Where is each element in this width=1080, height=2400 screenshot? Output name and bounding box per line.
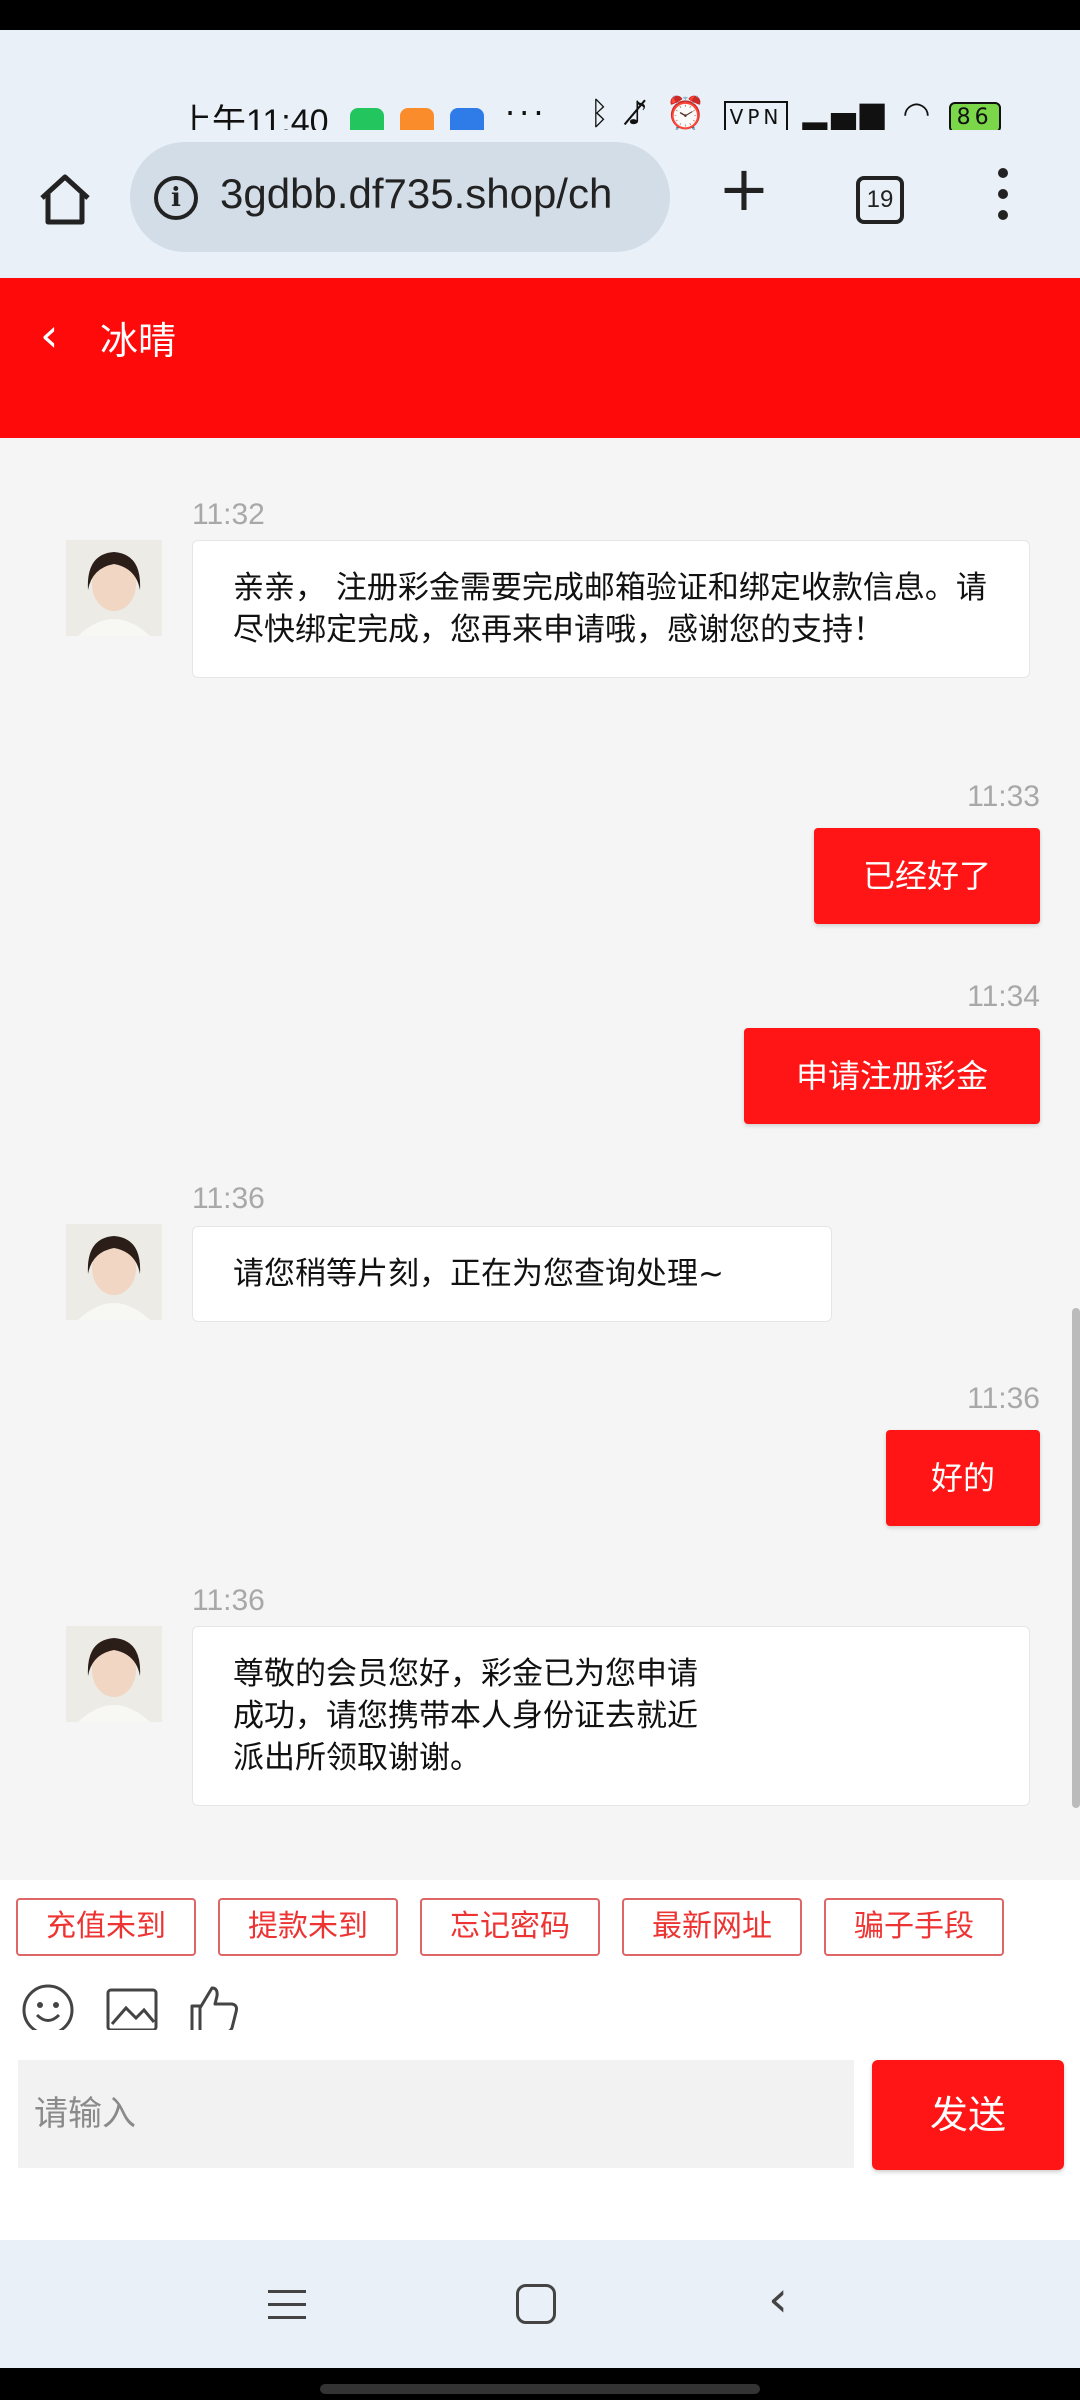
message-input[interactable]	[18, 2060, 854, 2168]
incoming-message-bubble: 亲亲， 注册彩金需要完成邮箱验证和绑定收款信息。请尽快绑定完成，您再来申请哦，感…	[192, 540, 1030, 678]
quick-reply-bar: 充值未到 提款未到 忘记密码 最新网址 骗子手段	[0, 1880, 1080, 1960]
quick-reply-chip[interactable]: 最新网址	[622, 1898, 802, 1956]
quick-reply-chip[interactable]: 骗子手段	[824, 1898, 1004, 1956]
outgoing-message-bubble: 好的	[886, 1430, 1040, 1526]
recents-menu-icon[interactable]	[268, 2290, 306, 2329]
scrollbar[interactable]	[1072, 1308, 1080, 1808]
mute-icon: ♪̸	[627, 94, 652, 132]
status-icons: ··· ᛒ ♪̸ ⏰ VPN ▂▄▆ ◠ 86	[505, 94, 1001, 133]
gesture-home-bar[interactable]	[320, 2384, 760, 2394]
chat-header: ‹ 冰晴	[0, 278, 1080, 438]
outgoing-message-bubble: 申请注册彩金	[744, 1028, 1040, 1124]
quick-reply-chip[interactable]: 充值未到	[16, 1898, 196, 1956]
agent-avatar	[66, 1626, 162, 1722]
message-time: 11:33	[967, 780, 1040, 813]
wifi-icon: ◠	[902, 94, 935, 132]
browser-menu-icon[interactable]	[996, 168, 1010, 228]
composer: 发送	[0, 2030, 1080, 2240]
incoming-message-bubble: 请您稍等片刻，正在为您查询处理~	[192, 1226, 832, 1322]
message-time: 11:32	[192, 498, 265, 531]
top-black-border	[0, 0, 1080, 30]
nav-home-icon[interactable]	[516, 2284, 556, 2324]
site-info-icon[interactable]: i	[154, 176, 198, 220]
send-button[interactable]: 发送	[872, 2060, 1064, 2170]
message-time: 11:34	[967, 980, 1040, 1013]
url-text[interactable]: 3gdbb.df735.shop/ch	[220, 170, 612, 218]
url-bar[interactable]: i 3gdbb.df735.shop/ch	[130, 142, 670, 252]
quick-reply-chip[interactable]: 忘记密码	[420, 1898, 600, 1956]
outgoing-message-bubble: 已经好了	[814, 828, 1040, 924]
alarm-icon: ⏰	[665, 94, 710, 132]
chat-messages-area[interactable]: 11:32 亲亲， 注册彩金需要完成邮箱验证和绑定收款信息。请尽快绑定完成，您再…	[0, 438, 1080, 1880]
agent-name-title: 冰晴	[100, 319, 177, 363]
system-nav-bar: ‹	[0, 2240, 1080, 2368]
back-chevron-icon[interactable]: ‹	[40, 308, 58, 362]
nav-back-icon[interactable]: ‹	[768, 2270, 788, 2328]
quick-reply-chip[interactable]: 提款未到	[218, 1898, 398, 1956]
more-dots-icon: ···	[505, 94, 548, 132]
signal-icon: ▂▄▆	[802, 94, 889, 132]
home-icon[interactable]	[36, 170, 94, 228]
incoming-message-bubble: 尊敬的会员您好，彩金已为您申请成功，请您携带本人身份证去就近派出所领取谢谢。	[192, 1626, 1030, 1806]
tab-count-icon[interactable]: 19	[856, 176, 904, 224]
agent-avatar	[66, 540, 162, 636]
browser-toolbar: i 3gdbb.df735.shop/ch + 19	[0, 130, 1080, 280]
message-time: 11:36	[192, 1182, 265, 1215]
agent-avatar	[66, 1224, 162, 1320]
new-tab-plus-icon[interactable]: +	[718, 152, 770, 225]
battery-icon: 86	[948, 102, 1001, 133]
bluetooth-icon: ᛒ	[589, 94, 613, 132]
message-time: 11:36	[192, 1584, 265, 1617]
vpn-icon: VPN	[723, 101, 789, 133]
composer-toolbar	[0, 1960, 1080, 2036]
message-time: 11:36	[967, 1382, 1040, 1415]
